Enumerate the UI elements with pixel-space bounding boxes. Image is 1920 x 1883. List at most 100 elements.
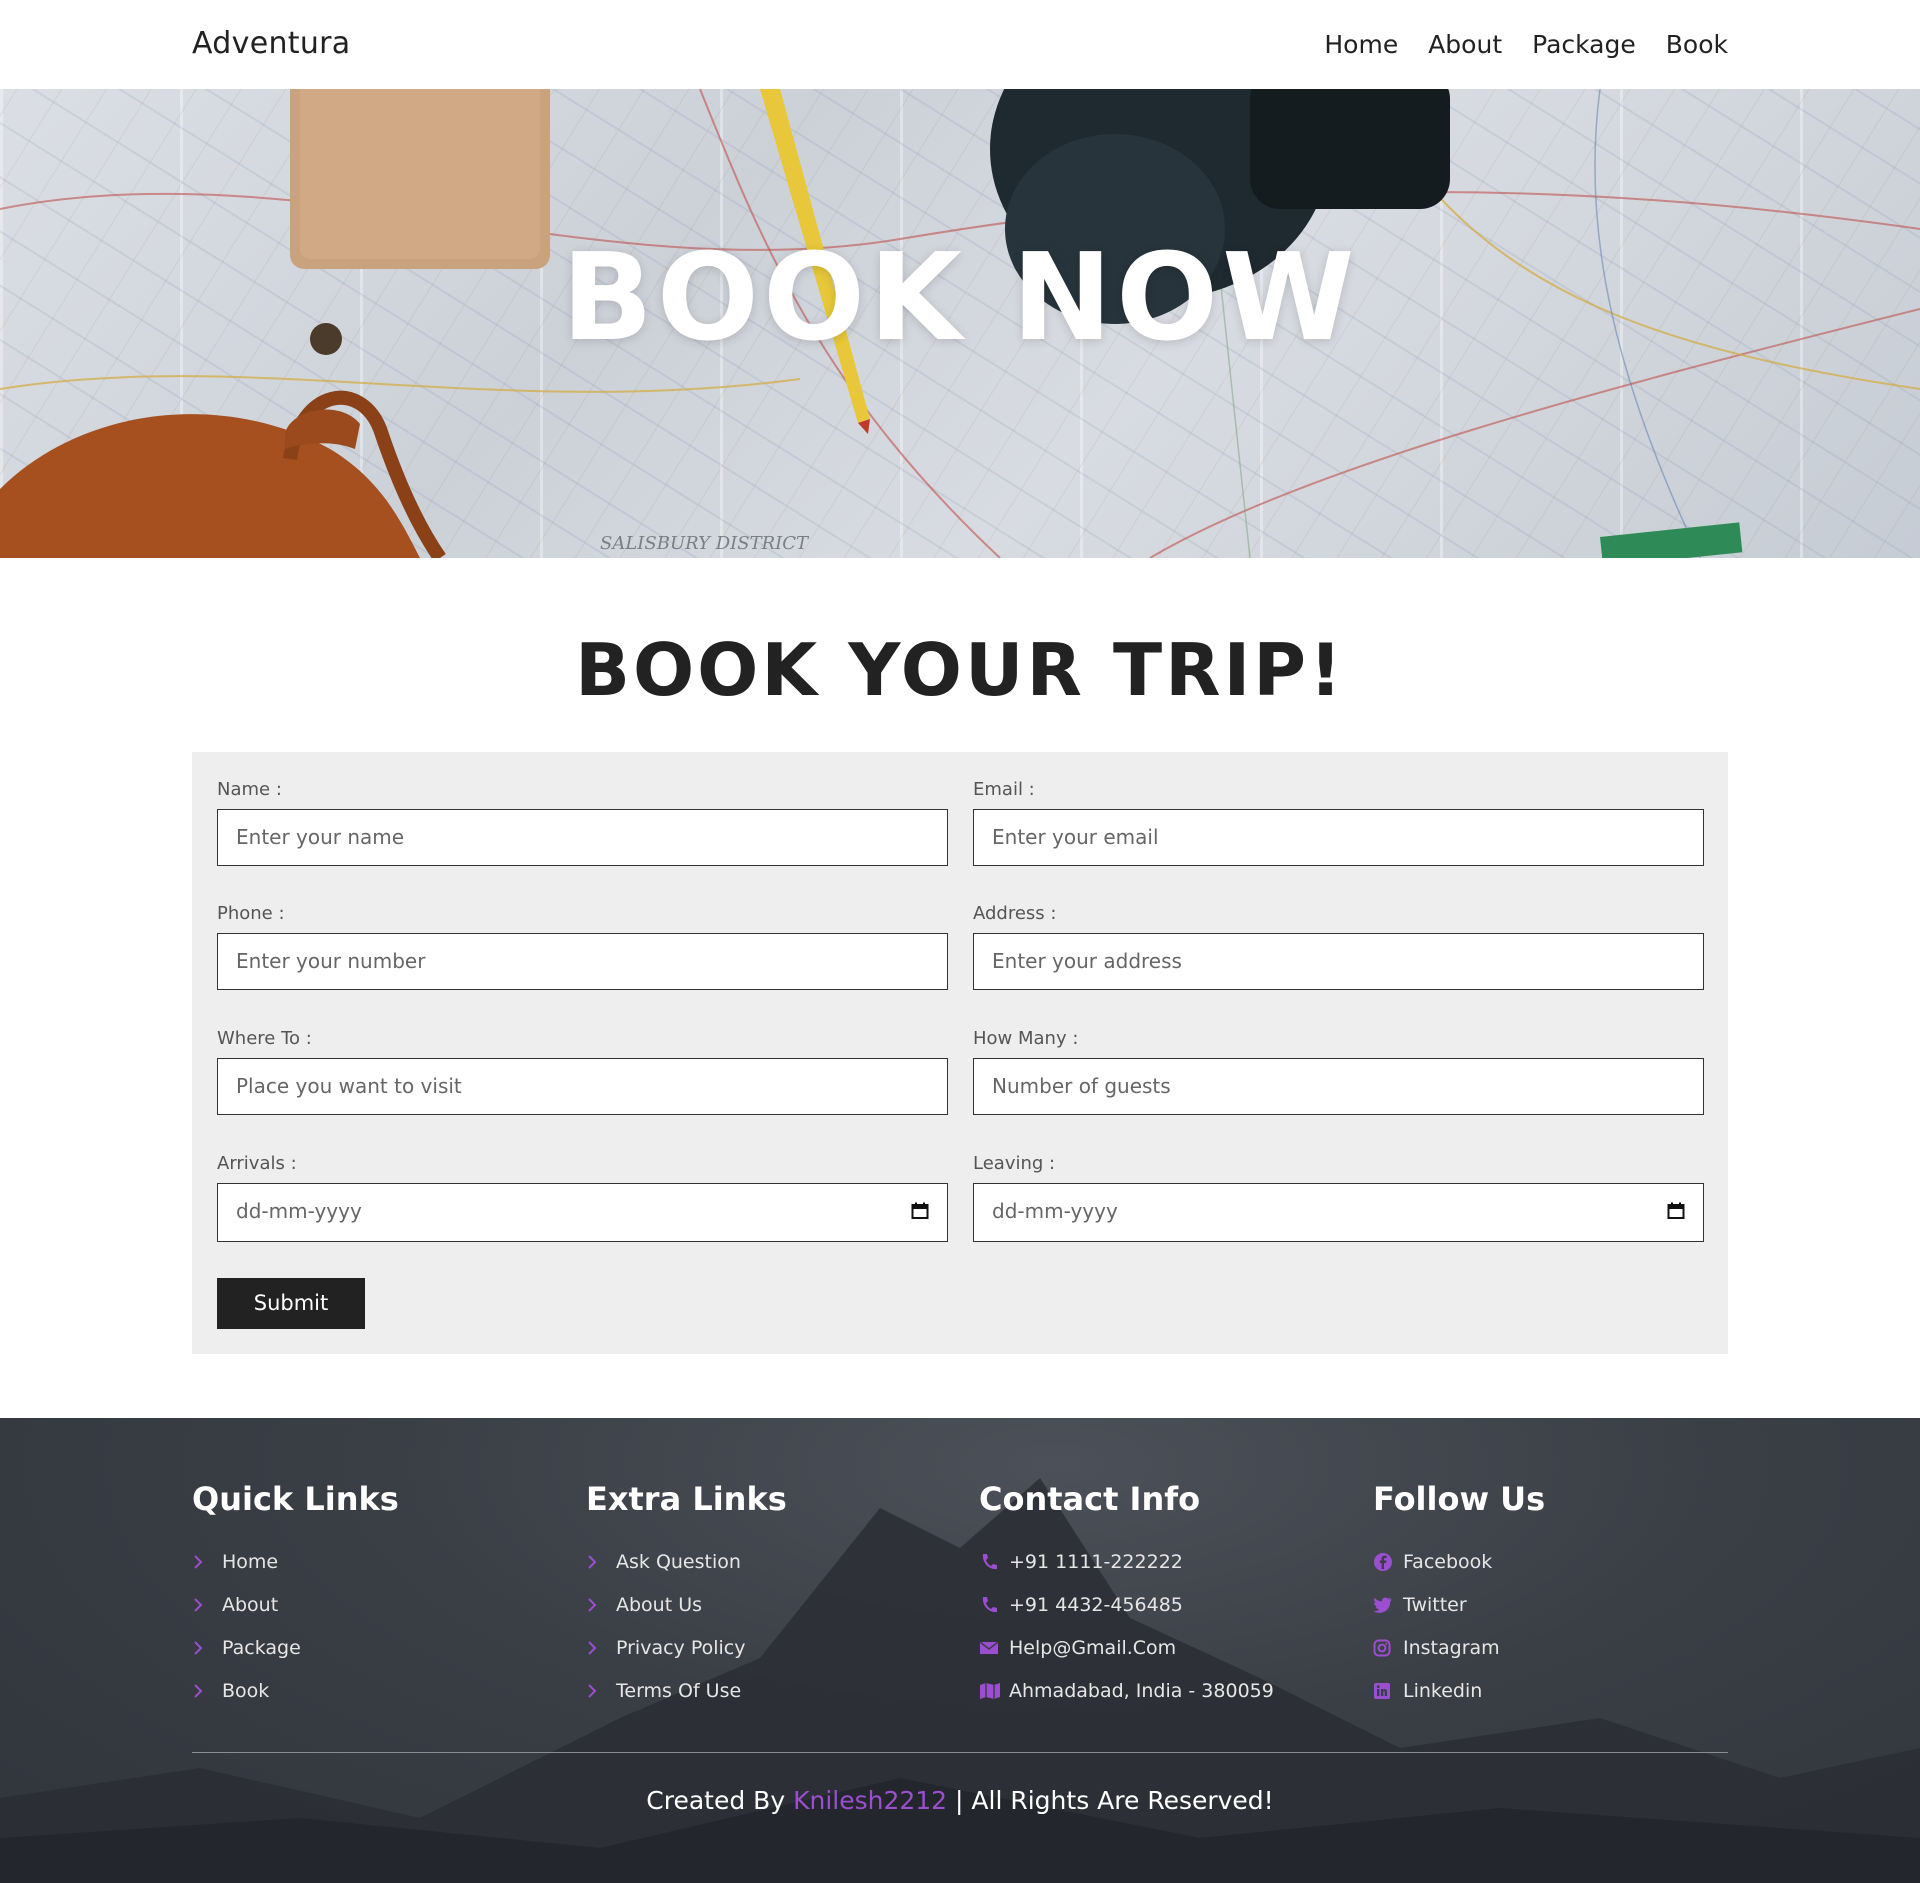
submit-button[interactable]: Submit — [217, 1278, 365, 1329]
contact-address[interactable]: Ahmadabad, India - 380059 — [979, 1669, 1274, 1712]
contact-phone-1[interactable]: +91 1111-222222 — [979, 1540, 1274, 1583]
calendar-icon[interactable] — [911, 1202, 929, 1220]
contact-label: Help@Gmail.Com — [1009, 1636, 1177, 1659]
phone-label: Phone : — [217, 903, 285, 924]
name-field: Name : Enter your name — [217, 779, 948, 866]
contact-phone-2[interactable]: +91 4432-456485 — [979, 1583, 1274, 1626]
footer-link-terms-of-use[interactable]: Terms Of Use — [586, 1669, 787, 1712]
chevron-right-icon — [192, 1554, 216, 1570]
footer-link-label: Home — [222, 1550, 279, 1573]
site-footer: Quick Links Home About Package Book Extr… — [0, 1418, 1920, 1883]
credit-prefix: Created By — [646, 1786, 786, 1815]
map-icon — [979, 1682, 1003, 1700]
twitter-icon — [1373, 1596, 1397, 1614]
chevron-right-icon — [586, 1597, 610, 1613]
footer-link-label: Package — [222, 1636, 301, 1659]
booking-form: Name : Enter your name Email : Enter you… — [192, 752, 1728, 1354]
guests-field: How Many : Number of guests — [973, 1028, 1704, 1115]
contact-info-column: Contact Info +91 1111-222222 +91 4432-45… — [979, 1480, 1274, 1712]
facebook-icon — [1373, 1552, 1397, 1572]
arrivals-label: Arrivals : — [217, 1153, 297, 1174]
chevron-right-icon — [586, 1554, 610, 1570]
calendar-icon[interactable] — [1667, 1202, 1685, 1220]
phone-icon — [979, 1552, 1003, 1572]
site-header: Adventura Home About Package Book — [0, 0, 1920, 89]
hero-title: BOOK NOW — [561, 229, 1359, 368]
chevron-right-icon — [192, 1640, 216, 1656]
leaving-label: Leaving : — [973, 1153, 1056, 1174]
guests-input[interactable]: Number of guests — [973, 1058, 1704, 1115]
social-label: Instagram — [1403, 1636, 1500, 1659]
email-field: Email : Enter your email — [973, 779, 1704, 866]
nav-package-link[interactable]: Package — [1532, 30, 1636, 59]
phone-icon — [979, 1595, 1003, 1615]
contact-email[interactable]: Help@Gmail.Com — [979, 1626, 1274, 1669]
email-label: Email : — [973, 779, 1035, 800]
name-label: Name : — [217, 779, 282, 800]
footer-link-book[interactable]: Book — [192, 1669, 399, 1712]
social-label: Facebook — [1403, 1550, 1493, 1573]
footer-link-label: About — [222, 1593, 279, 1616]
where-label: Where To : — [217, 1028, 312, 1049]
extra-links-title: Extra Links — [586, 1480, 787, 1518]
social-linkedin-link[interactable]: Linkedin — [1373, 1669, 1545, 1712]
footer-link-home[interactable]: Home — [192, 1540, 399, 1583]
chevron-right-icon — [192, 1683, 216, 1699]
social-instagram-link[interactable]: Instagram — [1373, 1626, 1545, 1669]
name-input[interactable]: Enter your name — [217, 809, 948, 866]
footer-link-label: Book — [222, 1679, 270, 1702]
social-twitter-link[interactable]: Twitter — [1373, 1583, 1545, 1626]
contact-label: +91 4432-456485 — [1009, 1593, 1183, 1616]
footer-link-about[interactable]: About — [192, 1583, 399, 1626]
footer-link-package[interactable]: Package — [192, 1626, 399, 1669]
main-nav: Home About Package Book — [1324, 30, 1728, 59]
hero-banner: SALISBURY DISTRICT BOOK NOW — [0, 89, 1920, 558]
credit-suffix: | All Rights Are Reserved! — [955, 1786, 1274, 1815]
arrivals-date-input[interactable]: dd-mm-yyyy — [217, 1183, 948, 1242]
footer-link-label: Terms Of Use — [616, 1679, 742, 1702]
footer-link-label: About Us — [616, 1593, 703, 1616]
guests-label: How Many : — [973, 1028, 1079, 1049]
social-label: Twitter — [1403, 1593, 1467, 1616]
contact-info-title: Contact Info — [979, 1480, 1201, 1518]
contact-label: Ahmadabad, India - 380059 — [1009, 1679, 1274, 1702]
arrivals-date-placeholder: dd-mm-yyyy — [236, 1199, 362, 1223]
nav-about-link[interactable]: About — [1428, 30, 1502, 59]
footer-link-label: Privacy Policy — [616, 1636, 746, 1659]
footer-link-label: Ask Question — [616, 1550, 741, 1573]
where-field: Where To : Place you want to visit — [217, 1028, 948, 1115]
address-input[interactable]: Enter your address — [973, 933, 1704, 990]
site-logo[interactable]: Adventura — [192, 26, 350, 61]
section-heading: BOOK YOUR TRIP! — [575, 628, 1345, 712]
footer-link-privacy-policy[interactable]: Privacy Policy — [586, 1626, 787, 1669]
leaving-field: Leaving : dd-mm-yyyy — [973, 1153, 1704, 1242]
follow-us-column: Follow Us Facebook Twitter Instagram Lin… — [1373, 1480, 1545, 1712]
leaving-date-placeholder: dd-mm-yyyy — [992, 1199, 1118, 1223]
leaving-date-input[interactable]: dd-mm-yyyy — [973, 1183, 1704, 1242]
linkedin-icon — [1373, 1682, 1397, 1700]
envelope-icon — [979, 1640, 1003, 1656]
quick-links-title: Quick Links — [192, 1480, 399, 1518]
chevron-right-icon — [192, 1597, 216, 1613]
address-label: Address : — [973, 903, 1057, 924]
nav-book-link[interactable]: Book — [1666, 30, 1728, 59]
arrivals-field: Arrivals : dd-mm-yyyy — [217, 1153, 948, 1242]
email-input[interactable]: Enter your email — [973, 809, 1704, 866]
footer-credit: Created By Knilesh2212 | All Rights Are … — [0, 1786, 1920, 1815]
instagram-icon — [1373, 1639, 1397, 1657]
extra-links-column: Extra Links Ask Question About Us Privac… — [586, 1480, 787, 1712]
phone-field: Phone : Enter your number — [217, 903, 948, 990]
social-facebook-link[interactable]: Facebook — [1373, 1540, 1545, 1583]
nav-home-link[interactable]: Home — [1324, 30, 1398, 59]
quick-links-column: Quick Links Home About Package Book — [192, 1480, 399, 1712]
where-input[interactable]: Place you want to visit — [217, 1058, 948, 1115]
phone-input[interactable]: Enter your number — [217, 933, 948, 990]
footer-link-about-us[interactable]: About Us — [586, 1583, 787, 1626]
chevron-right-icon — [586, 1683, 610, 1699]
follow-us-title: Follow Us — [1373, 1480, 1546, 1518]
social-label: Linkedin — [1403, 1679, 1483, 1702]
credit-author-link[interactable]: Knilesh2212 — [793, 1786, 947, 1815]
address-field: Address : Enter your address — [973, 903, 1704, 990]
footer-link-ask-question[interactable]: Ask Question — [586, 1540, 787, 1583]
map-label: SALISBURY DISTRICT — [600, 533, 810, 554]
